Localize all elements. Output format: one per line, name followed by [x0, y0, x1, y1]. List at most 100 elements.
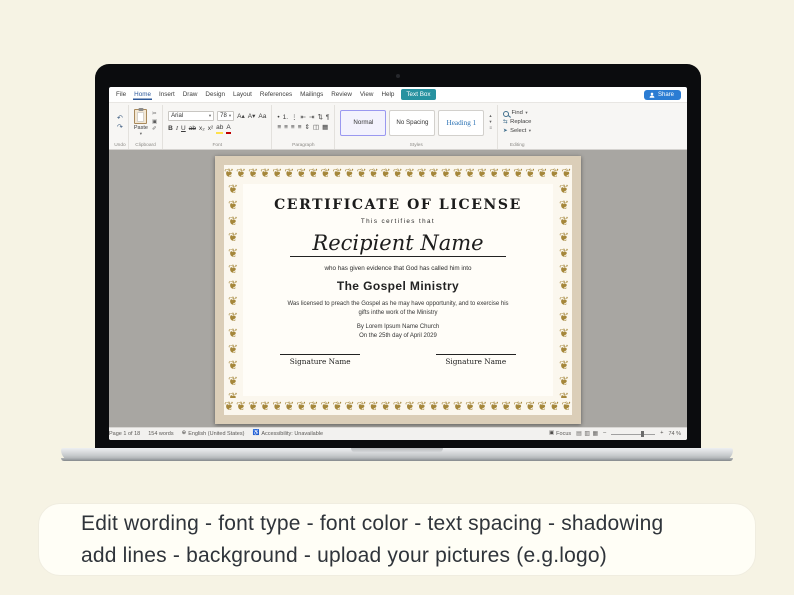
italic-button[interactable]: I: [176, 125, 178, 132]
menu-tab-insert[interactable]: Insert: [158, 89, 176, 100]
status-language[interactable]: ⊕ English (United States): [182, 431, 245, 437]
ministry-line[interactable]: The Gospel Ministry: [337, 279, 459, 293]
find-button[interactable]: Find ▾: [503, 110, 531, 117]
font-name-select[interactable]: Arial ▾: [168, 111, 215, 122]
chevron-down-icon: ▾: [139, 130, 143, 136]
format-painter-icon[interactable]: ✐: [152, 127, 157, 133]
styles-gallery-more-icon[interactable]: ≡: [489, 126, 492, 131]
font-color-button[interactable]: A: [226, 124, 231, 134]
copy-icon[interactable]: ▣: [152, 119, 157, 126]
certificate-tagline[interactable]: This certifies that: [361, 218, 435, 225]
print-layout-icon[interactable]: ▥: [584, 431, 590, 437]
justify-button[interactable]: ≡: [298, 124, 302, 131]
zoom-in-button[interactable]: +: [660, 431, 663, 437]
status-word-count[interactable]: 154 words: [148, 431, 173, 437]
styles-scroll-down-icon[interactable]: ▾: [489, 120, 492, 125]
shrink-font-button[interactable]: A▾: [248, 113, 256, 120]
body-line-2[interactable]: gifts inthe work of the Ministry: [287, 309, 508, 318]
menu-tab-draw[interactable]: Draw: [182, 89, 199, 100]
menu-tab-design[interactable]: Design: [204, 89, 226, 100]
menu-tab-mailings[interactable]: Mailings: [299, 89, 324, 100]
text-highlight-button[interactable]: ab: [216, 124, 224, 134]
grow-font-button[interactable]: A▴: [237, 113, 245, 120]
status-accessibility[interactable]: ♿ Accessibility: Unavailable: [252, 431, 323, 437]
style-no-spacing[interactable]: No Spacing: [389, 109, 436, 136]
menu-tab-references[interactable]: References: [259, 89, 293, 100]
status-language-label: English (United States): [188, 431, 245, 437]
evidence-line[interactable]: who has given evidence that God has call…: [324, 265, 471, 272]
clipboard-icon: [134, 108, 148, 124]
menu-tab-layout[interactable]: Layout: [232, 89, 253, 100]
certificate-page[interactable]: ❦❦❦❦❦❦❦❦❦❦❦❦❦❦❦❦❦❦❦❦❦❦❦❦❦❦❦❦❦ ❦❦❦❦❦❦❦❦❦❦❦…: [215, 156, 581, 424]
show-paragraph-marks-button[interactable]: ¶: [326, 114, 330, 121]
paste-label: Paste: [133, 124, 148, 131]
share-label: Share: [657, 91, 674, 98]
focus-button[interactable]: ▣ Focus: [549, 431, 571, 437]
certificate-content[interactable]: CERTIFICATE OF LICENSE This certifies th…: [243, 184, 553, 396]
font-size-select[interactable]: 78 ▾: [217, 111, 235, 122]
bold-button[interactable]: B: [168, 125, 173, 132]
zoom-out-button[interactable]: –: [603, 431, 606, 437]
superscript-button[interactable]: x²: [208, 125, 213, 132]
date-line[interactable]: On the 25th day of April 2029: [359, 333, 437, 339]
zoom-slider[interactable]: [611, 431, 656, 437]
cut-icon[interactable]: ✂: [152, 112, 157, 118]
laptop-base-notch: [351, 448, 443, 453]
bullets-button[interactable]: •: [277, 114, 279, 121]
caption-line-2: add lines - background - upload your pic…: [81, 544, 607, 567]
menu-tab-file[interactable]: File: [115, 89, 127, 100]
read-mode-icon[interactable]: ▤: [576, 431, 582, 437]
select-button[interactable]: ➤ Select ▾: [503, 128, 531, 135]
decrease-indent-button[interactable]: ⇤: [301, 114, 306, 121]
focus-label: Focus: [556, 431, 572, 437]
church-line[interactable]: By Lorem Ipsum Name Church: [357, 324, 439, 330]
body-line-1[interactable]: Was licensed to preach the Gospel as he …: [287, 300, 508, 309]
web-layout-icon[interactable]: ▦: [593, 431, 599, 437]
menu-tab-home[interactable]: Home: [133, 89, 152, 100]
paste-button[interactable]: Paste ▾: [133, 108, 148, 137]
align-right-button[interactable]: ≡: [291, 124, 295, 131]
laptop-screen: File Home Insert Draw Design Layout Refe…: [109, 87, 687, 440]
share-button[interactable]: Share: [643, 89, 681, 100]
numbering-button[interactable]: 1.: [283, 114, 288, 121]
font-size-value: 78: [220, 113, 227, 120]
styles-scroll-up-icon[interactable]: ▴: [489, 114, 492, 119]
menu-tab-text-box[interactable]: Text Box: [401, 89, 436, 100]
document-canvas[interactable]: ❦❦❦❦❦❦❦❦❦❦❦❦❦❦❦❦❦❦❦❦❦❦❦❦❦❦❦❦❦ ❦❦❦❦❦❦❦❦❦❦❦…: [109, 150, 687, 427]
laptop-mockup: File Home Insert Draw Design Layout Refe…: [95, 64, 701, 448]
sort-button[interactable]: ⇅: [317, 114, 322, 121]
strikethrough-button[interactable]: ab: [189, 125, 196, 132]
recipient-name-line[interactable]: Recipient Name: [290, 231, 506, 258]
search-icon: [503, 110, 510, 117]
style-heading-1[interactable]: Heading 1: [438, 109, 485, 136]
menu-tab-review[interactable]: Review: [330, 89, 353, 100]
increase-indent-button[interactable]: ⇥: [309, 114, 314, 121]
caption-line-1: Edit wording - font type - font color - …: [81, 512, 664, 535]
shading-button[interactable]: ◫: [313, 124, 319, 131]
redo-icon[interactable]: ↷: [117, 124, 123, 131]
subscript-button[interactable]: x₂: [199, 125, 205, 132]
menu-tab-help[interactable]: Help: [380, 89, 395, 100]
zoom-slider-thumb[interactable]: [641, 431, 644, 437]
signature-left[interactable]: Signature Name: [280, 353, 361, 366]
align-center-button[interactable]: ≡: [284, 124, 288, 131]
undo-icon[interactable]: ↶: [117, 115, 123, 122]
ribbon: ↶ ↷ Undo Paste ▾ ✂ ▣ ✐ Clipboard Arial ▾…: [109, 103, 687, 150]
change-case-button[interactable]: Aa: [258, 113, 266, 120]
borders-button[interactable]: ▦: [322, 124, 328, 131]
line-spacing-button[interactable]: ⇕: [305, 124, 310, 131]
replace-button[interactable]: ⇆ Replace: [503, 119, 531, 126]
menu-tab-view[interactable]: View: [359, 89, 375, 100]
recipient-name[interactable]: Recipient Name: [312, 231, 483, 255]
underline-button[interactable]: U: [181, 125, 186, 132]
signature-right[interactable]: Signature Name: [435, 353, 516, 366]
globe-icon: ⊕: [181, 430, 187, 437]
ribbon-group-label-clipboard: Clipboard: [135, 143, 156, 148]
zoom-level[interactable]: 74 %: [668, 431, 681, 437]
word-menu-bar: File Home Insert Draw Design Layout Refe…: [109, 87, 687, 103]
style-normal[interactable]: Normal: [340, 109, 387, 136]
certificate-title[interactable]: CERTIFICATE OF LICENSE: [274, 197, 522, 213]
status-page-indicator[interactable]: Page 1 of 18: [109, 431, 140, 437]
align-left-button[interactable]: ≡: [277, 124, 281, 131]
multilevel-list-button[interactable]: ⋮: [291, 114, 298, 121]
